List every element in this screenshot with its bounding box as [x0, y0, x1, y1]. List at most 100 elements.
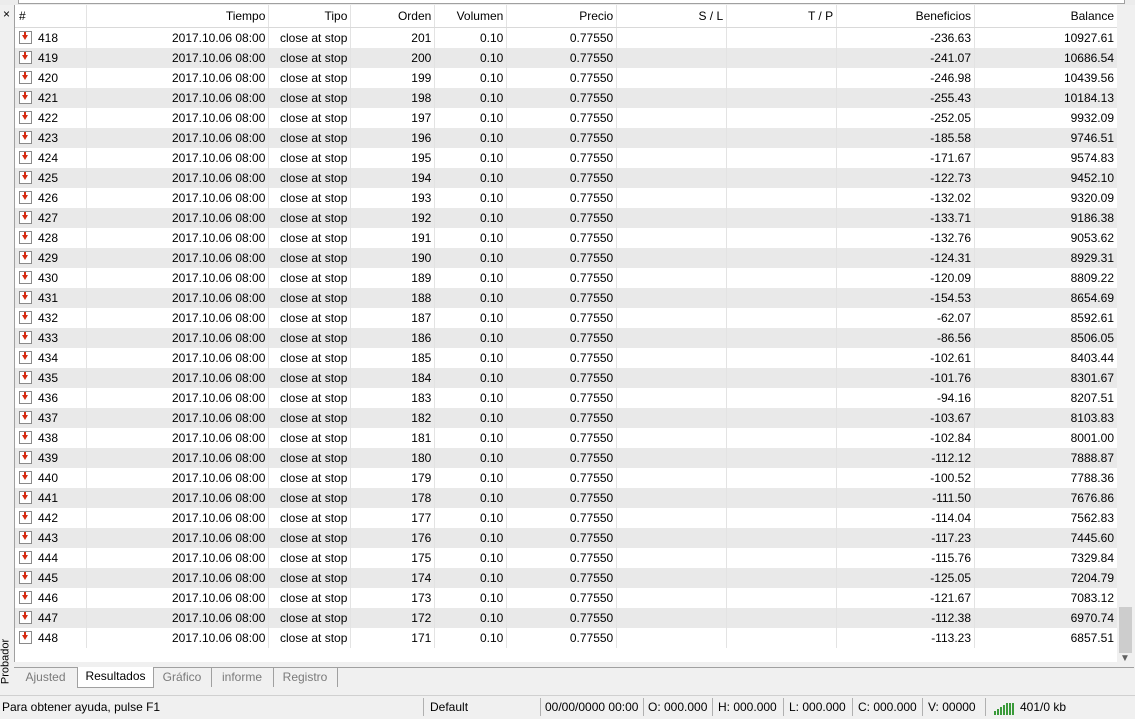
header-col-take-profit[interactable]: T / P	[726, 5, 838, 28]
cell-col-number: 429	[15, 248, 88, 268]
tab-ajusted[interactable]: Ajusted	[14, 668, 78, 687]
scroll-down-icon[interactable]: ▼	[1120, 653, 1130, 664]
header-col-time[interactable]: Tiempo	[86, 5, 270, 28]
row-number: 446	[38, 591, 59, 605]
cell-col-stop-loss	[616, 528, 728, 548]
row-number: 424	[38, 151, 59, 165]
cell-col-stop-loss	[616, 568, 728, 588]
results-grid[interactable]: # Tiempo Tipo Orden Volumen Precio S / LT / PB…	[14, 5, 1118, 662]
table-row[interactable]: 431 2017.10.06 08:00 close at stop 188 0.10 0…	[15, 288, 1118, 308]
table-row[interactable]: 418 2017.10.06 08:00 close at stop 201 0.10 0…	[15, 27, 1118, 48]
row-number: 438	[38, 431, 59, 445]
cell-col-profit: -185.58	[836, 128, 975, 148]
header-col-stop-loss[interactable]: S / L	[616, 5, 728, 28]
cell-col-volume: 0.10	[434, 328, 508, 348]
cell-col-stop-loss	[616, 48, 728, 68]
header-col-volume[interactable]: Volumen	[434, 5, 508, 28]
table-row[interactable]: 430 2017.10.06 08:00 close at stop 189 0.10 0…	[15, 268, 1118, 288]
cell-col-take-profit	[726, 528, 838, 548]
status-close: C: 000.000	[858, 700, 917, 714]
header-col-type[interactable]: Tipo	[268, 5, 352, 28]
cell-col-profit: -120.09	[836, 268, 975, 288]
tab-registro[interactable]: Registro	[273, 668, 338, 687]
table-row[interactable]: 436 2017.10.06 08:00 close at stop 183 0.10 0…	[15, 388, 1118, 408]
table-row[interactable]: 435 2017.10.06 08:00 close at stop 184 0.10 0…	[15, 368, 1118, 388]
cell-col-balance: 8403.44	[974, 348, 1118, 368]
table-row[interactable]: 446 2017.10.06 08:00 close at stop 173 0.10 0…	[15, 588, 1118, 608]
table-row[interactable]: 423 2017.10.06 08:00 close at stop 196 0.10 0…	[15, 128, 1118, 148]
table-row[interactable]: 433 2017.10.06 08:00 close at stop 186 0.10 0…	[15, 328, 1118, 348]
cell-col-stop-loss	[616, 588, 728, 608]
cell-col-time: 2017.10.06 08:00	[86, 628, 270, 648]
cell-col-take-profit	[726, 448, 838, 468]
table-row[interactable]: 445 2017.10.06 08:00 close at stop 174 0.10 0…	[15, 568, 1118, 588]
cell-col-take-profit	[726, 588, 838, 608]
cell-col-number: 438	[15, 428, 88, 448]
close-panel-button[interactable]: ×	[1, 7, 12, 21]
cell-col-type: close at stop	[268, 548, 352, 568]
cell-col-balance: 10927.61	[974, 27, 1118, 48]
table-row[interactable]: 426 2017.10.06 08:00 close at stop 193 0.10 0…	[15, 188, 1118, 208]
cell-col-balance: 8301.67	[974, 368, 1118, 388]
tab-resultados[interactable]: Resultados	[77, 667, 154, 688]
header-col-balance[interactable]: Balance	[974, 5, 1118, 28]
table-row[interactable]: 428 2017.10.06 08:00 close at stop 191 0.10 0…	[15, 228, 1118, 248]
row-number: 439	[38, 451, 59, 465]
header-col-profit[interactable]: Beneficios	[836, 5, 975, 28]
vertical-scrollbar[interactable]: ▼	[1117, 5, 1134, 667]
cell-col-number: 437	[15, 408, 88, 428]
table-row[interactable]: 444 2017.10.06 08:00 close at stop 175 0.10 0…	[15, 548, 1118, 568]
cell-col-stop-loss	[616, 628, 728, 648]
table-row[interactable]: 434 2017.10.06 08:00 close at stop 185 0.10 0…	[15, 348, 1118, 368]
table-row[interactable]: 439 2017.10.06 08:00 close at stop 180 0.10 0…	[15, 448, 1118, 468]
cell-col-time: 2017.10.06 08:00	[86, 488, 270, 508]
cell-col-type: close at stop	[268, 328, 352, 348]
sell-stop-arrow-icon	[19, 51, 32, 64]
results-table: # Tiempo Tipo Orden Volumen Precio S / LT / PB…	[15, 5, 1118, 648]
cell-col-volume: 0.10	[434, 508, 508, 528]
cell-col-number: 421	[15, 88, 88, 108]
header-col-number[interactable]: #	[15, 5, 88, 28]
header-col-price[interactable]: Precio	[506, 5, 618, 28]
cell-col-price: 0.77550	[506, 368, 618, 388]
table-row[interactable]: 419 2017.10.06 08:00 close at stop 200 0.10 0…	[15, 48, 1118, 68]
row-number: 437	[38, 411, 59, 425]
cell-col-type: close at stop	[268, 188, 352, 208]
sell-stop-arrow-icon	[19, 631, 32, 644]
cell-col-type: close at stop	[268, 168, 352, 188]
cell-col-stop-loss	[616, 448, 728, 468]
table-row[interactable]: 422 2017.10.06 08:00 close at stop 197 0.10 0…	[15, 108, 1118, 128]
table-row[interactable]: 420 2017.10.06 08:00 close at stop 199 0.10 0…	[15, 68, 1118, 88]
sell-stop-arrow-icon	[19, 551, 32, 564]
scrollbar-thumb[interactable]	[1119, 607, 1132, 653]
cell-col-type: close at stop	[268, 508, 352, 528]
table-row[interactable]: 447 2017.10.06 08:00 close at stop 172 0.10 0…	[15, 608, 1118, 628]
sell-stop-arrow-icon	[19, 71, 32, 84]
tab-informe[interactable]: informe	[211, 668, 274, 687]
cell-col-order: 195	[350, 148, 436, 168]
cell-col-take-profit	[726, 348, 838, 368]
tab-grafico[interactable]: Gráfico	[153, 668, 212, 687]
table-row[interactable]: 441 2017.10.06 08:00 close at stop 178 0.10 0…	[15, 488, 1118, 508]
table-row[interactable]: 427 2017.10.06 08:00 close at stop 192 0.10 0…	[15, 208, 1118, 228]
table-row[interactable]: 443 2017.10.06 08:00 close at stop 176 0.10 0…	[15, 528, 1118, 548]
table-row[interactable]: 421 2017.10.06 08:00 close at stop 198 0.10 0…	[15, 88, 1118, 108]
cell-col-time: 2017.10.06 08:00	[86, 348, 270, 368]
table-row[interactable]: 438 2017.10.06 08:00 close at stop 181 0.10 0…	[15, 428, 1118, 448]
cell-col-price: 0.77550	[506, 88, 618, 108]
cell-col-take-profit	[726, 308, 838, 328]
cell-col-price: 0.77550	[506, 348, 618, 368]
table-row[interactable]: 425 2017.10.06 08:00 close at stop 194 0.10 0…	[15, 168, 1118, 188]
cell-col-take-profit	[726, 148, 838, 168]
cell-col-profit: -86.56	[836, 328, 975, 348]
horizontal-scrollbar-track[interactable]	[18, 0, 1125, 4]
table-row[interactable]: 440 2017.10.06 08:00 close at stop 179 0.10 0…	[15, 468, 1118, 488]
table-row[interactable]: 432 2017.10.06 08:00 close at stop 187 0.10 0…	[15, 308, 1118, 328]
header-col-order[interactable]: Orden	[350, 5, 436, 28]
table-row[interactable]: 424 2017.10.06 08:00 close at stop 195 0.10 0…	[15, 148, 1118, 168]
table-row[interactable]: 437 2017.10.06 08:00 close at stop 182 0.10 0…	[15, 408, 1118, 428]
table-row[interactable]: 448 2017.10.06 08:00 close at stop 171 0.10 0…	[15, 628, 1118, 648]
cell-col-number: 441	[15, 488, 88, 508]
table-row[interactable]: 429 2017.10.06 08:00 close at stop 190 0.10 0…	[15, 248, 1118, 268]
table-row[interactable]: 442 2017.10.06 08:00 close at stop 177 0.10 0…	[15, 508, 1118, 528]
